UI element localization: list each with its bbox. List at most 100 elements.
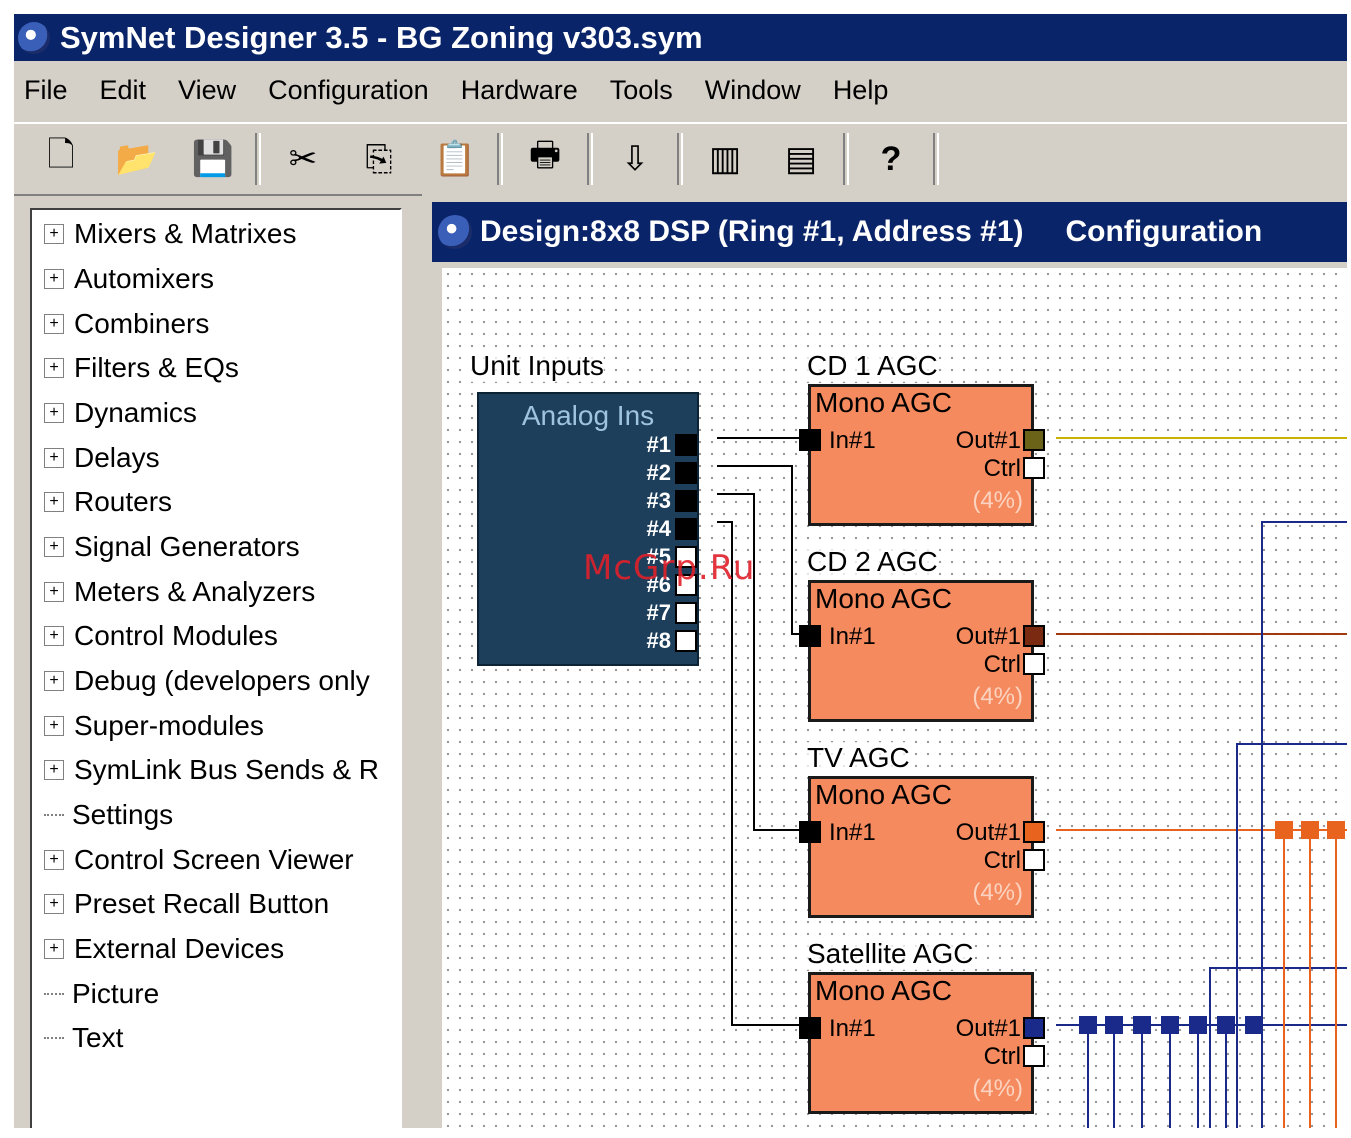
agc-input-port[interactable] (799, 625, 821, 647)
output-port-1[interactable] (675, 434, 697, 456)
module-tree[interactable]: + Mixers & Matrixes + Automixers + Combiner… (30, 208, 402, 1128)
agc-ctrl-label: Ctrl (983, 847, 1021, 874)
expand-icon[interactable]: + (44, 537, 64, 557)
toolbar-separator (843, 133, 849, 185)
new-file-button[interactable]: 🗋 (32, 131, 90, 187)
expand-icon[interactable]: + (44, 716, 64, 736)
expand-icon[interactable]: + (44, 492, 64, 512)
output-port-7[interactable] (675, 602, 697, 624)
agc-ctrl-port[interactable] (1023, 457, 1045, 479)
tree-item-delays[interactable]: + Delays (44, 438, 160, 478)
agc-input-port[interactable] (799, 429, 821, 451)
agc-ctrl-port[interactable] (1023, 849, 1045, 871)
expand-icon[interactable]: + (44, 314, 64, 334)
expand-icon[interactable]: + (44, 671, 64, 691)
agc-label-satellite: Satellite AGC (807, 938, 974, 970)
agc-block-cd2[interactable]: Mono AGC In#1 Out#1 Ctrl (4%) (799, 580, 1045, 722)
expand-icon[interactable]: + (44, 760, 64, 780)
wire-in4[interactable] (717, 521, 815, 1026)
agc-block-satellite[interactable]: Mono AGC In#1 Out#1 Ctrl (4%) (799, 972, 1045, 1114)
agc-in-label: In#1 (829, 1015, 876, 1042)
design-title-extra: Configuration (1065, 215, 1263, 248)
menu-window[interactable]: Window (689, 75, 817, 106)
paste-button[interactable]: 📋 (426, 131, 484, 187)
agc-input-port[interactable] (799, 821, 821, 843)
tree-item-routers[interactable]: + Routers (44, 482, 172, 522)
download-button[interactable]: ⇩ (606, 131, 664, 187)
output-port-2[interactable] (675, 462, 697, 484)
output-port-4[interactable] (675, 518, 697, 540)
save-button[interactable]: 💾 (184, 131, 242, 187)
cut-button[interactable]: ✂ (274, 131, 332, 187)
agc-ctrl-label: Ctrl (983, 651, 1021, 678)
design-icon[interactable] (438, 215, 472, 249)
expand-icon[interactable]: + (44, 403, 64, 423)
agc-output-port[interactable] (1023, 429, 1045, 451)
agc-output-port[interactable] (1023, 625, 1045, 647)
agc-block-cd1[interactable]: Mono AGC In#1 Out#1 Ctrl (4%) (799, 384, 1045, 526)
expand-icon[interactable]: + (44, 850, 64, 870)
hardware-rack-2-button[interactable]: ▤ (772, 131, 830, 187)
menu-help[interactable]: Help (817, 75, 905, 106)
download-icon: ⇩ (620, 140, 650, 178)
tree-item-combiners[interactable]: + Combiners (44, 304, 209, 344)
agc-in-label: In#1 (829, 819, 876, 846)
agc-name: Mono AGC (815, 779, 952, 810)
expand-icon[interactable]: + (44, 939, 64, 959)
bus-junctions (1079, 821, 1345, 1034)
expand-icon[interactable]: + (44, 269, 64, 289)
tree-item-meters[interactable]: + Meters & Analyzers (44, 572, 315, 612)
tree-item-automixers[interactable]: + Automixers (44, 259, 214, 299)
save-icon: 💾 (191, 140, 235, 178)
agc-in-label: In#1 (829, 427, 876, 454)
open-folder-icon: 📂 (115, 140, 159, 178)
expand-icon[interactable]: + (44, 582, 64, 602)
hardware-rack-2-icon: ▤ (784, 140, 818, 178)
agc-block-tv[interactable]: Mono AGC In#1 Out#1 Ctrl (4%) (799, 776, 1045, 918)
app-icon[interactable] (18, 21, 50, 54)
expand-icon[interactable]: + (44, 224, 64, 244)
tree-item-super-modules[interactable]: + Super-modules (44, 706, 264, 746)
menu-configuration[interactable]: Configuration (252, 75, 445, 106)
design-canvas[interactable]: Unit Inputs Analog Ins #1 #2 #3 #4 #5 #6… (442, 268, 1347, 1128)
menu-tools[interactable]: Tools (594, 75, 689, 106)
expand-icon[interactable]: + (44, 448, 64, 468)
tree-item-preset-recall[interactable]: + Preset Recall Button (44, 884, 329, 924)
tree-item-debug[interactable]: + Debug (developers only (44, 661, 370, 701)
menu-hardware[interactable]: Hardware (445, 75, 594, 106)
analog-inputs-block[interactable]: Analog Ins #1 #2 #3 #4 #5 #6 #7 #8 (477, 392, 699, 666)
menu-view[interactable]: View (162, 75, 252, 106)
tree-item-text[interactable]: Text (44, 1018, 123, 1058)
expand-icon[interactable]: + (44, 626, 64, 646)
agc-input-port[interactable] (799, 1017, 821, 1039)
help-button[interactable]: ? (862, 131, 920, 187)
agc-ctrl-port[interactable] (1023, 1045, 1045, 1067)
tree-item-picture[interactable]: Picture (44, 974, 159, 1014)
watermark: McGrp.Ru (583, 548, 756, 588)
copy-button[interactable]: ⎘ (350, 131, 408, 187)
agc-ctrl-port[interactable] (1023, 653, 1045, 675)
tree-item-mixers[interactable]: + Mixers & Matrixes (44, 214, 296, 254)
tree-item-symlink[interactable]: + SymLink Bus Sends & R (44, 750, 379, 790)
tree-item-signal-generators[interactable]: + Signal Generators (44, 527, 300, 567)
tree-item-control-modules[interactable]: + Control Modules (44, 616, 278, 656)
print-button[interactable]: 🖶 (516, 131, 574, 187)
agc-output-port[interactable] (1023, 821, 1045, 843)
agc-name: Mono AGC (815, 583, 952, 614)
output-port-8[interactable] (675, 630, 697, 652)
tree-item-dynamics[interactable]: + Dynamics (44, 393, 197, 433)
hardware-rack-1-button[interactable]: ▥ (696, 131, 754, 187)
expand-icon[interactable]: + (44, 358, 64, 378)
open-button[interactable]: 📂 (108, 131, 166, 187)
agc-out-label: Out#1 (955, 819, 1021, 846)
hardware-rack-1-icon: ▥ (708, 140, 742, 178)
tree-item-control-screen-viewer[interactable]: + Control Screen Viewer (44, 840, 354, 880)
expand-icon[interactable]: + (44, 894, 64, 914)
agc-output-port[interactable] (1023, 1017, 1045, 1039)
menu-edit[interactable]: Edit (84, 75, 163, 106)
tree-item-external-devices[interactable]: + External Devices (44, 929, 284, 969)
tree-item-settings[interactable]: Settings (44, 795, 173, 835)
menu-file[interactable]: File (14, 75, 84, 106)
output-port-3[interactable] (675, 490, 697, 512)
tree-item-filters[interactable]: + Filters & EQs (44, 348, 239, 388)
